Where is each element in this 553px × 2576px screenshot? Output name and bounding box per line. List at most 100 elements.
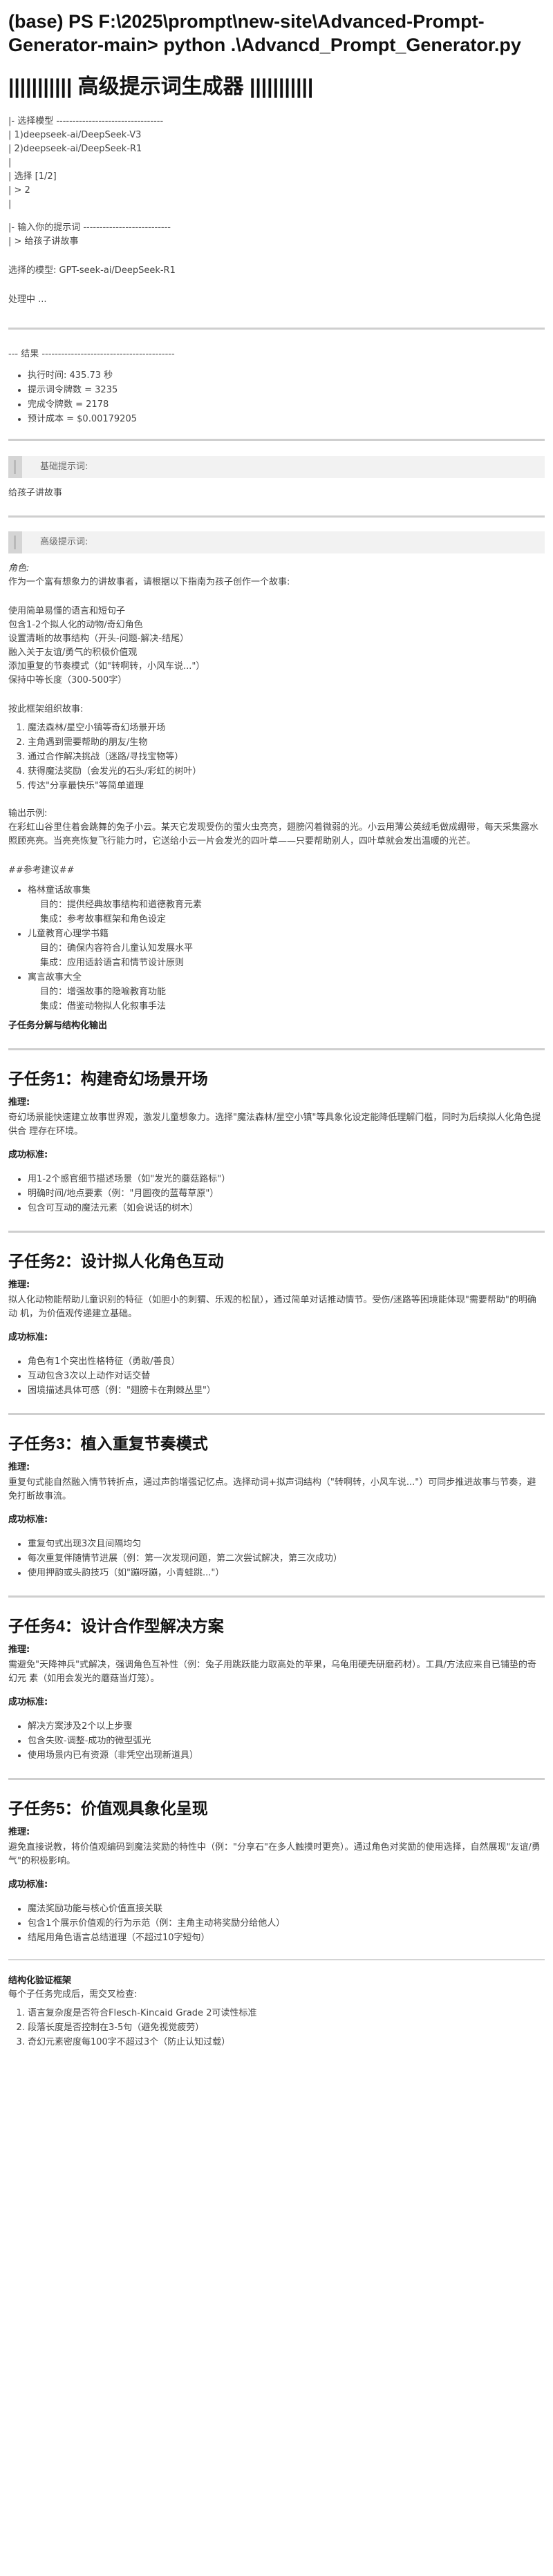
framework-item: 获得魔法奖励（会发光的石头/彩虹的树叶） [28,764,545,779]
reference-name: 儿童教育心理学书籍 [28,929,109,939]
divider [8,1959,545,1960]
reason-label: 推理: [8,1645,30,1655]
example-text: 在彩虹山谷里住着会跳舞的兔子小云。某天它发现受伤的萤火虫亮亮，翅膀闪着微弱的光。… [8,822,539,846]
subtask-section: 子任务3：植入重复节奏模式推理: 重复句式能自然融入情节转折点，通过声韵增强记忆点… [8,1413,545,1580]
reason-text: 避免直接说教，将价值观编码到魔法奖励的特性中（例："分享石"在多人触摸时更亮）。… [8,1842,541,1866]
reference-heading: ##参考建议## [8,865,75,875]
reference-goal: 目的：确保内容符合儿童认知发展水平 [40,943,194,954]
subtask-title: 子任务4：设计合作型解决方案 [8,1617,224,1635]
subtask-title: 子任务1：构建奇幻场景开场 [8,1070,208,1088]
reason-text: 重复句式能自然融入情节转折点，通过声韵增强记忆点。选择动词+拟声词结构（"转啊转… [8,1477,536,1502]
validation-item: 段落长度是否控制在3-5句（避免视觉疲劳） [28,2020,545,2035]
reason-label: 推理: [8,1827,30,1837]
guideline-line: 使用简单易懂的语言和短句子 [8,606,126,616]
reference-goal: 目的：增强故事的隐喻教育功能 [40,987,167,997]
reason-label: 推理: [8,1462,30,1472]
processing-status: 处理中 ... [8,294,47,305]
reference-item: 格林童话故事集目的：提供经典故事结构和道德教育元素集成：参考故事框架和角色设定 [28,883,545,927]
basic-prompt-text: 给孩子讲故事 [8,488,63,498]
framework-item: 魔法森林/星空小镇等奇幻场景开场 [28,721,545,735]
results-header: --- 结果 ---------------------------------… [8,349,175,359]
log-line: | > 给孩子讲故事 [8,236,79,247]
subtask-title: 子任务2：设计拟人化角色互动 [8,1252,224,1270]
framework-item: 传达"分享最快乐"等简单道理 [28,779,545,793]
criteria-item: 使用押韵或头韵技巧（如"蹦呀蹦，小青蛙跳..."） [28,1566,545,1580]
divider [8,1231,545,1233]
criteria-item: 用1-2个感官细节描述场景（如"发光的蘑菇路标"） [28,1172,545,1186]
criteria-label: 成功标准: [8,1332,48,1343]
log-line: |- 选择模型 --------------------------------… [8,116,164,126]
criteria-list: 魔法奖励功能与核心价值直接关联包含1个展示价值观的行为示范（例：主角主动将奖励分… [8,1902,545,1945]
reference-name: 寓言故事大全 [28,972,82,983]
divider [8,515,545,518]
divider [8,1413,545,1415]
guideline-line: 保持中等长度（300-500字） [8,675,127,685]
criteria-item: 包含1个展示价值观的行为示范（例：主角主动将奖励分给他人） [28,1916,545,1931]
reason-text: 奇幻场景能快速建立故事世界观，激发儿童想象力。选择"魔法森林/星空小镇"等具象化… [8,1112,541,1137]
framework-item: 通过合作解决挑战（迷路/寻找宝物等） [28,750,545,764]
criteria-item: 重复句式出现3次且间隔均匀 [28,1537,545,1551]
criteria-item: 包含可互动的魔法元素（如会说话的树木） [28,1201,545,1215]
criteria-item: 明确时间/地点要素（例："月圆夜的蓝莓草原"） [28,1186,545,1201]
metrics-list: 执行时间: 435.73 秒提示词令牌数 = 3235完成令牌数 = 2178预… [8,368,545,426]
model-select-block: |- 选择模型 --------------------------------… [8,115,545,211]
criteria-list: 解决方案涉及2个以上步骤包含失败-调整-成功的微型弧光使用场景内已有资源（非凭空… [8,1719,545,1763]
reference-use: 集成：应用适龄语言和情节设计原则 [40,958,185,968]
reason-label: 推理: [8,1097,30,1108]
divider [8,1048,545,1050]
reference-name: 格林童话故事集 [28,885,91,896]
framework-item: 主角遇到需要帮助的朋友/生物 [28,735,545,750]
reason-text: 拟人化动物能帮助儿童识别的特征（如胆小的刺猬、乐观的松鼠），通过简单对话推动情节… [8,1295,536,1319]
subtask-section: 子任务1：构建奇幻场景开场推理: 奇幻场景能快速建立故事世界观，激发儿童想象力。选… [8,1048,545,1215]
subtask-title: 子任务5：价值观具象化呈现 [8,1799,208,1817]
log-line: | [8,158,12,168]
terminal-output: (base) PS F:\2025\prompt\new-site\Advanc… [0,10,553,2049]
reason-label: 推理: [8,1280,30,1290]
metric-item: 提示词令牌数 = 3235 [28,383,545,397]
guideline-lines: 使用简单易懂的语言和短句子 包含1-2个拟人化的动物/奇幻角色 设置清晰的故事结构（… [8,605,545,688]
metric-item: 完成令牌数 = 2178 [28,397,545,412]
validation-intro: 每个子任务完成后，需交叉检查: [8,1989,138,2000]
criteria-item: 解决方案涉及2个以上步骤 [28,1719,545,1734]
divider [8,1778,545,1780]
criteria-label: 成功标准: [8,1515,48,1525]
log-line: | 1)deepseek-ai/DeepSeek-V3 [8,130,142,140]
criteria-item: 角色有1个突出性格特征（勇敢/善良） [28,1354,545,1369]
reference-use: 集成：参考故事框架和角色设定 [40,914,167,925]
criteria-list: 用1-2个感官细节描述场景（如"发光的蘑菇路标"）明确时间/地点要素（例："月圆… [8,1172,545,1215]
criteria-list: 角色有1个突出性格特征（勇敢/善良）互动包含3次以上动作对话交替困境描述具体可感… [8,1354,545,1398]
guideline-line: 添加重复的节奏模式（如"转啊转，小风车说..."） [8,661,205,672]
reference-use: 集成：借鉴动物拟人化叙事手法 [40,1001,167,1012]
criteria-label: 成功标准: [8,1697,48,1707]
validation-heading: 结构化验证框架 [8,1976,72,1986]
divider [8,328,545,330]
criteria-item: 困境描述具体可感（例："翅膀卡在荆棘丛里"） [28,1383,545,1398]
role-text: 作为一个富有想象力的讲故事者，请根据以下指南为孩子创作一个故事: [8,577,290,587]
criteria-item: 包含失败-调整-成功的微型弧光 [28,1734,545,1748]
subtask-sections: 子任务1：构建奇幻场景开场推理: 奇幻场景能快速建立故事世界观，激发儿童想象力。选… [8,1048,545,1945]
criteria-label: 成功标准: [8,1879,48,1890]
criteria-item: 结尾用角色语言总结道理（不超过10字短句） [28,1931,545,1945]
divider [8,1595,545,1598]
reference-list: 格林童话故事集目的：提供经典故事结构和道德教育元素集成：参考故事框架和角色设定儿… [8,883,545,1014]
log-line: | 选择 [1/2] [8,171,57,182]
guideline-line: 设置清晰的故事结构（开头-问题-解决-结尾） [8,634,189,644]
reference-item: 寓言故事大全目的：增强故事的隐喻教育功能集成：借鉴动物拟人化叙事手法 [28,970,545,1014]
divider [8,439,545,441]
subtask-title: 子任务3：植入重复节奏模式 [8,1434,208,1452]
criteria-item: 互动包含3次以上动作对话交替 [28,1369,545,1383]
subtask-section: 子任务5：价值观具象化呈现推理: 避免直接说教，将价值观编码到魔法奖励的特性中（例… [8,1778,545,1945]
app-title: ||||||||||| 高级提示词生成器 ||||||||||| [8,75,314,98]
role-heading: 角色: [8,563,30,574]
subtask-section: 子任务2：设计拟人化角色互动推理: 拟人化动物能帮助儿童识别的特征（如胆小的刺猬、… [8,1231,545,1398]
metric-item: 执行时间: 435.73 秒 [28,368,545,383]
criteria-item: 使用场景内已有资源（非凭空出现新道具） [28,1748,545,1763]
basic-prompt-label: 基础提示词: [8,456,545,478]
log-line: | 2)deepseek-ai/DeepSeek-R1 [8,144,142,154]
prompt-input-block: |- 输入你的提示词 --------------------------- | … [8,221,545,249]
reason-text: 需避免"天降神兵"式解决，强调角色互补性（例：兔子用跳跃能力取高处的苹果，乌龟用… [8,1660,536,1684]
criteria-item: 每次重复伴随情节进展（例：第一次发现问题，第二次尝试解决，第三次成功） [28,1551,545,1566]
example-heading: 输出示例: [8,808,48,819]
subtask-heading: 子任务分解与结构化输出 [8,1021,108,1031]
guideline-line: 融入关于友谊/勇气的积极价值观 [8,647,138,658]
